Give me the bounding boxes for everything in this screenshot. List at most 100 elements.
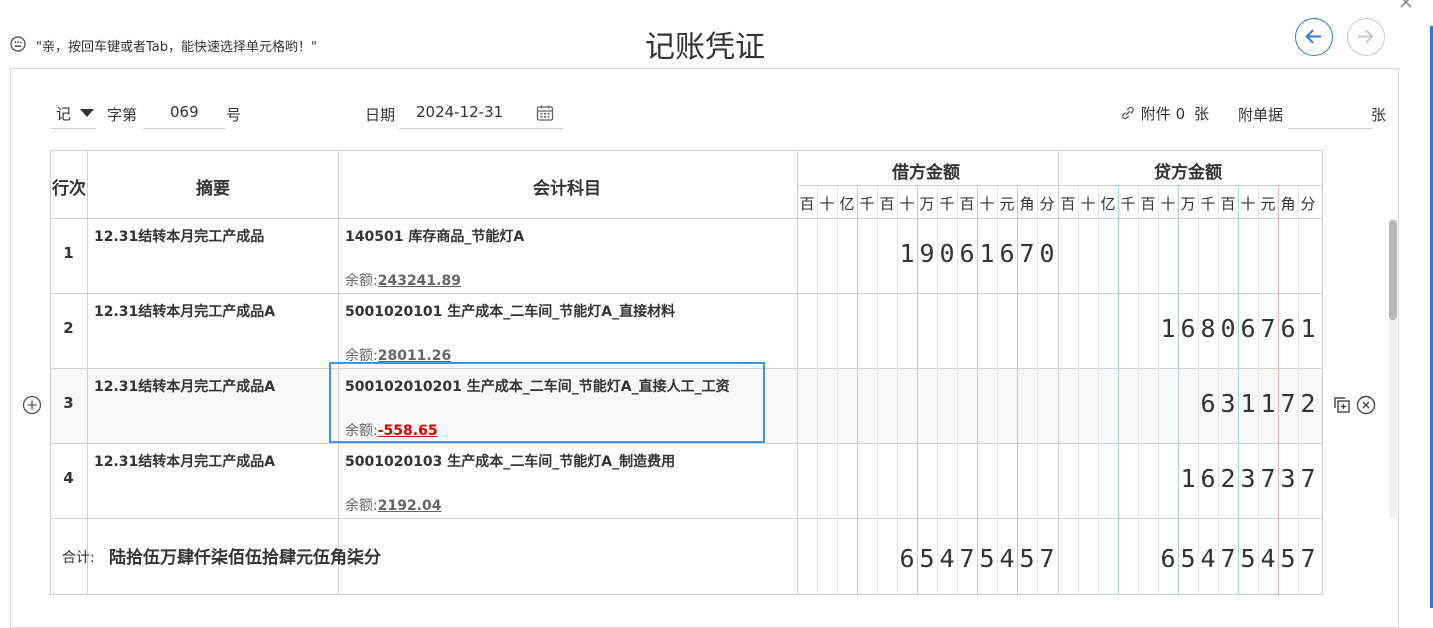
- amount-digit: 7: [1039, 544, 1055, 573]
- summary-cell[interactable]: 12.31结转本月完工产成品A: [94, 301, 275, 321]
- unit-column-line: [1078, 185, 1079, 595]
- column-line: [50, 150, 51, 595]
- arrow-left-icon: [1305, 29, 1322, 44]
- account-cell[interactable]: 5001020103 生产成本_二车间_节能灯A_制造费用: [345, 451, 675, 471]
- amount-digit: 7: [1019, 239, 1035, 268]
- amount-digit: 4: [939, 544, 955, 573]
- unit-label: 百: [879, 195, 895, 213]
- total-in-words: 陆拾伍万肆仟柒佰伍拾肆元伍角柒分: [109, 548, 381, 568]
- summary-cell[interactable]: 12.31结转本月完工产成品A: [94, 451, 275, 471]
- row-number: 2: [63, 319, 74, 337]
- balance-value[interactable]: 243241.89: [378, 273, 461, 289]
- unit-label: 分: [1300, 195, 1316, 213]
- unit-column-line: [877, 185, 878, 595]
- calendar-icon[interactable]: [535, 103, 555, 123]
- debit-amount[interactable]: 19061670: [897, 239, 1057, 268]
- unit-label: 亿: [1100, 195, 1116, 213]
- summary-cell[interactable]: 12.31结转本月完工产成品A: [94, 376, 275, 396]
- unit-label: 百: [959, 195, 975, 213]
- link-icon: [1122, 106, 1134, 120]
- col-header-credit: 贷方金额: [1154, 163, 1222, 183]
- unit-label: 十: [1240, 195, 1256, 213]
- copy-row-icon[interactable]: [1332, 395, 1352, 415]
- amount-digit: 6: [1240, 314, 1256, 343]
- amount-digit: 7: [1260, 464, 1276, 493]
- amount-digit: 7: [1300, 464, 1316, 493]
- unit-column-line: [857, 185, 858, 595]
- amount-digit: 2: [1300, 389, 1316, 418]
- column-line: [1322, 150, 1323, 595]
- hao-label: 号: [226, 106, 242, 124]
- col-header-summary: 摘要: [196, 179, 230, 199]
- unit-label: 分: [1039, 195, 1055, 213]
- amount-digit: 7: [1220, 544, 1236, 573]
- close-icon[interactable]: [1398, 0, 1414, 10]
- row-number: 4: [63, 469, 74, 487]
- voucher-type-value: 记: [56, 105, 72, 123]
- unit-label: 十: [979, 195, 995, 213]
- keyboard-icon: [10, 36, 26, 52]
- credit-amount[interactable]: 631172: [1198, 389, 1318, 418]
- unit-label: 角: [1280, 195, 1296, 213]
- unit-label: 亿: [839, 195, 855, 213]
- add-row-icon[interactable]: [22, 395, 42, 415]
- amount-digit: 7: [1300, 544, 1316, 573]
- row-line: [50, 443, 1323, 444]
- amount-digit: 8: [1200, 314, 1216, 343]
- total-debit-amount[interactable]: 65475457: [897, 544, 1057, 573]
- attachment-unit: 张: [1194, 105, 1210, 123]
- voucher-number-value: 069: [170, 103, 199, 121]
- prev-voucher-button[interactable]: [1295, 18, 1333, 56]
- zi-label: 字第: [107, 106, 138, 124]
- amount-digit: 9: [919, 239, 935, 268]
- amount-digit: 4: [999, 544, 1015, 573]
- unit-label: 百: [1060, 195, 1076, 213]
- unit-label: 千: [1120, 195, 1136, 213]
- amount-digit: 3: [1220, 389, 1236, 418]
- caret-down-icon[interactable]: [80, 109, 94, 117]
- amount-digit: 7: [1280, 389, 1296, 418]
- amount-digit: 6: [899, 544, 915, 573]
- attachment-button[interactable]: 附件 0: [1120, 103, 1185, 124]
- unit-label: 十: [899, 195, 915, 213]
- col-header-row: 行次: [52, 179, 86, 199]
- credit-amount[interactable]: 1623737: [1178, 464, 1318, 493]
- amount-digit: 5: [1240, 544, 1256, 573]
- account-cell[interactable]: 5001020101 生产成本_二车间_节能灯A_直接材料: [345, 301, 675, 321]
- keyboard-hint: "亲，按回车键或者Tab，能快速选择单元格哟！": [36, 40, 317, 55]
- balance-value[interactable]: 2192.04: [378, 498, 442, 514]
- bill-count-field[interactable]: [1288, 96, 1372, 129]
- total-credit-amount[interactable]: 65475457: [1158, 544, 1318, 573]
- amount-digit: 4: [1260, 544, 1276, 573]
- account-balance: 余额:2192.04: [345, 495, 441, 515]
- amount-digit: 7: [959, 544, 975, 573]
- unit-label: 十: [1080, 195, 1096, 213]
- balance-label: 余额:: [345, 273, 378, 289]
- amount-digit: 7: [1260, 314, 1276, 343]
- col-header-debit: 借方金额: [892, 163, 960, 183]
- unit-label: 十: [1160, 195, 1176, 213]
- unit-column-line: [1118, 185, 1119, 595]
- amount-digit: 2: [1220, 464, 1236, 493]
- amount-digit: 4: [1200, 544, 1216, 573]
- scrollbar-thumb[interactable]: [1389, 220, 1397, 320]
- summary-cell[interactable]: 12.31结转本月完工产成品: [94, 226, 264, 246]
- selected-cell-outline: [329, 362, 765, 443]
- account-cell[interactable]: 140501 库存商品_节能灯A: [345, 226, 524, 246]
- amount-digit: 5: [1180, 544, 1196, 573]
- attachment-label: 附件: [1140, 105, 1171, 123]
- amount-digit: 1: [979, 239, 995, 268]
- amount-digit: 6: [1200, 389, 1216, 418]
- col-header-account: 会计科目: [533, 179, 601, 199]
- amount-digit: 5: [979, 544, 995, 573]
- unit-column-line: [1098, 185, 1099, 595]
- unit-label: 千: [859, 195, 875, 213]
- amount-digit: 0: [1220, 314, 1236, 343]
- delete-row-icon[interactable]: [1356, 395, 1376, 415]
- unit-column-line: [1158, 185, 1159, 595]
- row-line: [50, 218, 1323, 219]
- next-voucher-button[interactable]: [1347, 18, 1385, 56]
- balance-label: 余额:: [345, 498, 378, 514]
- credit-amount[interactable]: 16806761: [1158, 314, 1318, 343]
- row-number: 3: [63, 394, 74, 412]
